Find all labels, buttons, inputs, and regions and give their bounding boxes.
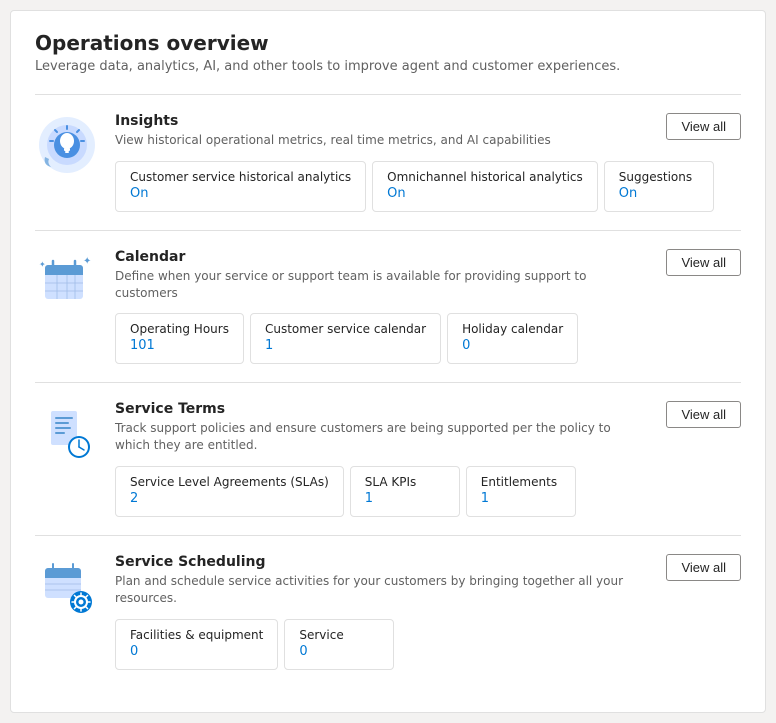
service-terms-header: Service Terms Track support policies and… bbox=[115, 401, 741, 454]
metric-card-sla: Service Level Agreements (SLAs) 2 bbox=[115, 466, 344, 517]
metric-label: Suggestions bbox=[619, 170, 699, 184]
calendar-header: Calendar Define when your service or sup… bbox=[115, 249, 741, 302]
metric-label: SLA KPIs bbox=[365, 475, 445, 489]
metric-value: 1 bbox=[265, 338, 426, 353]
metric-value: On bbox=[387, 186, 583, 201]
metric-value: 101 bbox=[130, 338, 229, 353]
metric-label: Service bbox=[299, 628, 379, 642]
calendar-view-all-button[interactable]: View all bbox=[666, 249, 741, 276]
service-terms-metrics: Service Level Agreements (SLAs) 2 SLA KP… bbox=[115, 466, 741, 517]
service-scheduling-desc: Plan and schedule service activities for… bbox=[115, 573, 635, 607]
insights-metrics: Customer service historical analytics On… bbox=[115, 161, 741, 212]
calendar-metrics: Operating Hours 101 Customer service cal… bbox=[115, 313, 741, 364]
service-scheduling-body: Service Scheduling Plan and schedule ser… bbox=[115, 554, 741, 670]
metric-card-holiday-calendar: Holiday calendar 0 bbox=[447, 313, 578, 364]
calendar-body: Calendar Define when your service or sup… bbox=[115, 249, 741, 365]
calendar-title-desc: Calendar Define when your service or sup… bbox=[115, 249, 635, 302]
metric-card-omnichannel: Omnichannel historical analytics On bbox=[372, 161, 598, 212]
service-terms-title: Service Terms bbox=[115, 401, 635, 417]
service-scheduling-title-desc: Service Scheduling Plan and schedule ser… bbox=[115, 554, 635, 607]
svg-text:✦: ✦ bbox=[83, 256, 91, 267]
metric-card-suggestions: Suggestions On bbox=[604, 161, 714, 212]
service-terms-title-desc: Service Terms Track support policies and… bbox=[115, 401, 635, 454]
metric-label: Customer service calendar bbox=[265, 322, 426, 336]
calendar-icon: ✦ ✦ bbox=[35, 249, 99, 313]
insights-title: Insights bbox=[115, 113, 551, 129]
metric-label: Customer service historical analytics bbox=[130, 170, 351, 184]
metric-card-sla-kpis: SLA KPIs 1 bbox=[350, 466, 460, 517]
page-title: Operations overview bbox=[35, 31, 741, 55]
metric-label: Holiday calendar bbox=[462, 322, 563, 336]
metric-card-entitlements: Entitlements 1 bbox=[466, 466, 576, 517]
service-terms-body: Service Terms Track support policies and… bbox=[115, 401, 741, 517]
calendar-title: Calendar bbox=[115, 249, 635, 265]
metric-label: Omnichannel historical analytics bbox=[387, 170, 583, 184]
metric-value: On bbox=[130, 186, 351, 201]
service-scheduling-header: Service Scheduling Plan and schedule ser… bbox=[115, 554, 741, 607]
service-scheduling-title: Service Scheduling bbox=[115, 554, 635, 570]
metric-card-historical-analytics: Customer service historical analytics On bbox=[115, 161, 366, 212]
insights-icon bbox=[35, 113, 99, 177]
insights-desc: View historical operational metrics, rea… bbox=[115, 132, 551, 149]
metric-label: Facilities & equipment bbox=[130, 628, 263, 642]
section-service-terms: Service Terms Track support policies and… bbox=[35, 382, 741, 535]
metric-value: 1 bbox=[365, 491, 445, 506]
metric-value: 0 bbox=[299, 644, 379, 659]
metric-value: 1 bbox=[481, 491, 561, 506]
section-insights: Insights View historical operational met… bbox=[35, 94, 741, 230]
page-subtitle: Leverage data, analytics, AI, and other … bbox=[35, 59, 741, 74]
service-terms-desc: Track support policies and ensure custom… bbox=[115, 420, 635, 454]
insights-header: Insights View historical operational met… bbox=[115, 113, 741, 149]
section-service-scheduling: Service Scheduling Plan and schedule ser… bbox=[35, 535, 741, 688]
insights-title-desc: Insights View historical operational met… bbox=[115, 113, 551, 149]
metric-card-service-calendar: Customer service calendar 1 bbox=[250, 313, 441, 364]
service-scheduling-icon bbox=[35, 554, 99, 618]
service-scheduling-view-all-button[interactable]: View all bbox=[666, 554, 741, 581]
service-terms-icon bbox=[35, 401, 99, 465]
metric-value: On bbox=[619, 186, 699, 201]
metric-value: 0 bbox=[130, 644, 263, 659]
metric-card-facilities: Facilities & equipment 0 bbox=[115, 619, 278, 670]
metric-label: Operating Hours bbox=[130, 322, 229, 336]
page-container: Operations overview Leverage data, analy… bbox=[10, 10, 766, 713]
svg-text:✦: ✦ bbox=[39, 260, 46, 269]
metric-label: Service Level Agreements (SLAs) bbox=[130, 475, 329, 489]
metric-card-operating-hours: Operating Hours 101 bbox=[115, 313, 244, 364]
metric-card-service: Service 0 bbox=[284, 619, 394, 670]
insights-body: Insights View historical operational met… bbox=[115, 113, 741, 212]
metric-value: 0 bbox=[462, 338, 563, 353]
service-scheduling-metrics: Facilities & equipment 0 Service 0 bbox=[115, 619, 741, 670]
calendar-desc: Define when your service or support team… bbox=[115, 268, 635, 302]
section-calendar: ✦ ✦ Calendar Define when your service or… bbox=[35, 230, 741, 383]
insights-view-all-button[interactable]: View all bbox=[666, 113, 741, 140]
metric-label: Entitlements bbox=[481, 475, 561, 489]
service-terms-view-all-button[interactable]: View all bbox=[666, 401, 741, 428]
metric-value: 2 bbox=[130, 491, 329, 506]
